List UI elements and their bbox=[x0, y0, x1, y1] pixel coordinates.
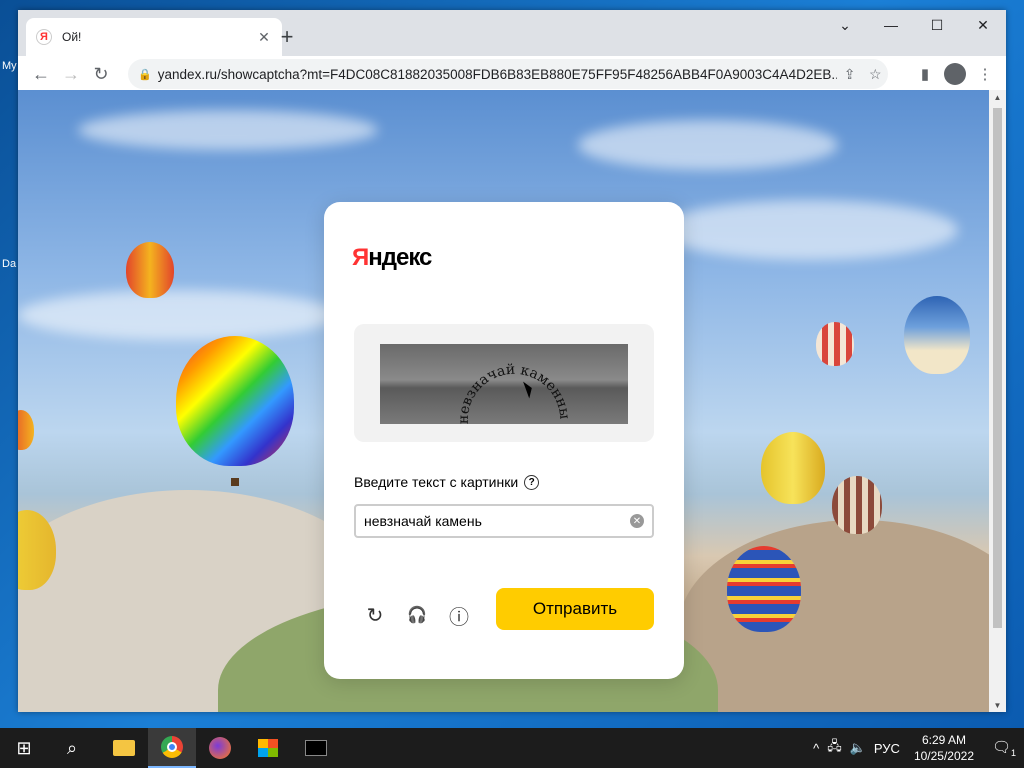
captcha-distorted-text: невзначай каменным bbox=[380, 344, 572, 424]
tab-close-icon[interactable]: ✕ bbox=[256, 29, 272, 46]
tray-chevron-icon[interactable]: ^ bbox=[809, 741, 823, 756]
toolbar-right: ▮ ⋮ bbox=[910, 59, 1000, 89]
balloon bbox=[761, 432, 825, 504]
system-tray: ^ 🖧 🔈 РУС 6:29 AM 10/25/2022 🗨1 bbox=[809, 728, 1024, 768]
desktop-icon-label[interactable]: My bbox=[2, 60, 17, 72]
notification-icon[interactable]: 🗨1 bbox=[984, 738, 1024, 758]
balloon bbox=[727, 546, 801, 632]
side-panel-icon[interactable]: ▮ bbox=[910, 59, 940, 89]
address-bar[interactable]: 🔒 yandex.ru/showcaptcha?mt=F4DC08C818820… bbox=[128, 59, 888, 89]
start-button[interactable]: ⊞ bbox=[0, 728, 48, 768]
cloud bbox=[658, 200, 958, 260]
language-indicator[interactable]: РУС bbox=[870, 741, 904, 756]
scroll-down-arrow[interactable]: ▼ bbox=[989, 698, 1006, 712]
title-bar: Я Ой! ✕ + ⌄ — ☐ ✕ bbox=[18, 10, 1006, 56]
forward-button[interactable]: → bbox=[56, 59, 86, 89]
clear-input-icon[interactable]: ✕ bbox=[630, 514, 644, 528]
minimize-button[interactable]: — bbox=[868, 10, 914, 40]
file-explorer-icon[interactable] bbox=[100, 728, 148, 768]
search-icon[interactable]: ⌕ bbox=[48, 728, 96, 768]
browser-tab[interactable]: Я Ой! ✕ bbox=[26, 18, 282, 56]
balloon-basket bbox=[231, 478, 239, 486]
terminal-icon[interactable] bbox=[292, 728, 340, 768]
yandex-favicon-icon: Я bbox=[36, 29, 52, 45]
taskbar: ⊞ ⌕ ^ 🖧 🔈 РУС 6:29 AM 10/25/2022 🗨1 bbox=[0, 728, 1024, 768]
balloon bbox=[832, 476, 882, 534]
clock-date: 10/25/2022 bbox=[913, 749, 974, 763]
close-button[interactable]: ✕ bbox=[960, 10, 1006, 40]
captcha-prompt: Введите текст с картинки ? bbox=[354, 474, 540, 490]
desktop-icon-label[interactable]: Da bbox=[2, 258, 16, 270]
tab-title: Ой! bbox=[62, 30, 82, 44]
submit-button[interactable]: Отправить bbox=[496, 588, 654, 630]
scroll-up-arrow[interactable]: ▲ bbox=[989, 90, 1006, 104]
store-icon[interactable] bbox=[244, 728, 292, 768]
prompt-label: Введите текст с картинки bbox=[354, 474, 519, 490]
cloud bbox=[578, 120, 838, 170]
maximize-button[interactable]: ☐ bbox=[914, 10, 960, 40]
balloon bbox=[816, 322, 854, 366]
menu-icon[interactable]: ⋮ bbox=[970, 59, 1000, 89]
audio-captcha-icon[interactable]: 🎧 bbox=[404, 602, 430, 628]
chrome-icon[interactable] bbox=[148, 728, 196, 768]
lock-icon[interactable]: 🔒 bbox=[138, 68, 152, 81]
page-scrollbar[interactable]: ▲ ▼ bbox=[989, 90, 1006, 712]
clock-time: 6:29 AM bbox=[921, 733, 966, 747]
help-icon[interactable]: ? bbox=[524, 474, 540, 490]
rock-formation bbox=[678, 520, 989, 712]
window-controls: ⌄ — ☐ ✕ bbox=[822, 10, 1006, 42]
firefox-icon[interactable] bbox=[196, 728, 244, 768]
cloud bbox=[78, 110, 378, 150]
captcha-card: Яндекс невзначай каменным Введите текст … bbox=[324, 202, 684, 679]
balloon bbox=[126, 242, 174, 298]
back-button[interactable]: ← bbox=[26, 59, 56, 89]
share-icon[interactable]: ⇪ bbox=[837, 66, 863, 83]
reload-button[interactable]: ↻ bbox=[86, 59, 116, 89]
scroll-thumb[interactable] bbox=[993, 108, 1002, 628]
captcha-image: невзначай каменным bbox=[380, 344, 628, 424]
page-background: Яндекс невзначай каменным Введите текст … bbox=[18, 90, 989, 712]
captcha-image-container: невзначай каменным bbox=[354, 324, 654, 442]
volume-icon[interactable]: 🔈 bbox=[846, 740, 870, 756]
bookmark-star-icon[interactable]: ☆ bbox=[862, 66, 888, 83]
yandex-logo: Яндекс bbox=[352, 244, 432, 271]
cloud bbox=[18, 290, 338, 340]
svg-text:невзначай каменным: невзначай каменным bbox=[380, 344, 572, 424]
profile-avatar[interactable] bbox=[944, 63, 966, 85]
captcha-input-value[interactable]: невзначай камень bbox=[364, 513, 630, 529]
balloon bbox=[18, 410, 34, 450]
tab-search-icon[interactable]: ⌄ bbox=[822, 10, 868, 40]
browser-window: Я Ой! ✕ + ⌄ — ☐ ✕ ← → ↻ 🔒 yandex.ru/show… bbox=[18, 10, 1006, 712]
balloon bbox=[176, 336, 294, 466]
captcha-input[interactable]: невзначай камень ✕ bbox=[354, 504, 654, 538]
network-icon[interactable]: 🖧 bbox=[823, 737, 846, 759]
url-text[interactable]: yandex.ru/showcaptcha?mt=F4DC08C81882035… bbox=[158, 67, 837, 82]
info-icon[interactable]: ⓘ bbox=[446, 602, 472, 629]
new-tab-button[interactable]: + bbox=[274, 24, 300, 50]
balloon bbox=[904, 296, 970, 374]
browser-toolbar: ← → ↻ 🔒 yandex.ru/showcaptcha?mt=F4DC08C… bbox=[18, 56, 1006, 92]
captcha-text-graphic: невзначай каменным bbox=[380, 344, 572, 424]
clock[interactable]: 6:29 AM 10/25/2022 bbox=[904, 732, 984, 764]
refresh-captcha-icon[interactable]: ↻ bbox=[362, 602, 388, 628]
